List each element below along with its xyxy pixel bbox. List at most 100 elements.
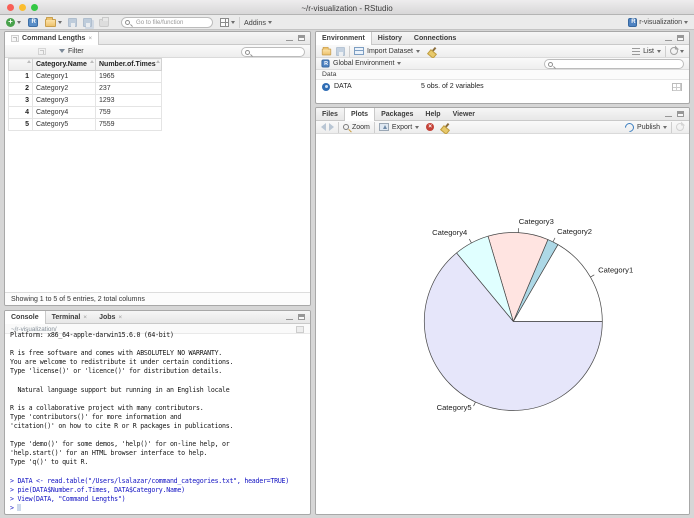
table-header: Category.Name Number.of.Times [8,58,162,71]
tab-history[interactable]: History [372,32,408,44]
chevron-down-icon [231,20,235,24]
project-menu-button[interactable]: r-visualization [628,17,688,27]
close-tab-icon[interactable]: × [88,35,92,42]
main-toolbar: + Addins r-visualization [0,15,694,30]
chevron-down-icon [267,20,272,24]
list-view-button[interactable]: List [643,48,654,55]
refresh-plot-icon[interactable] [676,123,684,131]
new-file-button[interactable]: + [6,17,21,27]
chevron-down-icon [684,20,688,24]
publish-button[interactable]: Publish [637,124,660,131]
global-env-icon [321,59,330,68]
tab-label: Jobs [99,313,116,321]
table-row[interactable]: 2 Category2 237 [8,82,162,95]
zoom-plot-button[interactable]: Zoom [352,124,370,131]
table-row[interactable]: 1 Category1 1965 [8,70,162,83]
environment-search-input[interactable] [544,59,684,69]
pie-label: Category2 [557,227,592,236]
refresh-icon[interactable] [670,47,678,55]
project-label: r-visualization [639,18,682,26]
maximize-pane-icon[interactable] [298,314,305,320]
import-dataset-button[interactable]: Import Dataset [367,48,413,55]
table-cell: 7559 [95,118,162,131]
clear-environment-icon[interactable] [428,47,437,56]
environment-scope-button[interactable]: Global Environment [333,60,394,67]
chevron-down-icon [415,49,420,53]
tab-label: Plots [350,111,369,118]
tab-files[interactable]: Files [316,108,344,120]
tab-help[interactable]: Help [419,108,446,120]
zoom-plot-icon [343,124,349,130]
tab-connections[interactable]: Connections [408,32,462,44]
object-name: DATA [334,83,352,90]
addins-label: Addins [244,17,266,27]
console-output-line: 'help.start()' for an HTML browser inter… [10,449,208,458]
publish-icon [623,120,636,134]
addins-button[interactable]: Addins [244,18,272,27]
minimize-pane-icon[interactable] [665,39,672,41]
table-row[interactable]: 3 Category3 1293 [8,94,162,107]
minimize-pane-icon[interactable] [665,115,672,117]
minimize-pane-icon[interactable] [286,318,293,320]
previous-plot-icon[interactable] [321,123,326,131]
maximize-pane-icon[interactable] [677,35,684,41]
tab-environment[interactable]: Environment [316,32,372,45]
view-table-icon[interactable] [672,83,682,91]
table-row[interactable]: 4 Category4 759 [8,106,162,119]
console-tabstrip: Console Terminal × Jobs × [5,311,310,324]
load-workspace-icon[interactable] [321,46,332,56]
console-output-line: Type 'q()' to quit R. [10,458,89,467]
console-output-line: 'citation()' on how to cite R or R packa… [10,421,234,430]
goto-file-input[interactable] [121,16,213,28]
save-all-button[interactable] [83,17,94,27]
open-in-new-window-icon[interactable] [38,47,46,55]
import-dataset-icon [354,47,364,55]
tab-terminal[interactable]: Terminal × [46,311,93,323]
chevron-down-icon [680,49,684,53]
tab-packages[interactable]: Packages [375,108,419,120]
object-summary: 5 obs. of 2 variables [421,83,484,90]
export-plot-button[interactable]: Export [392,124,412,131]
remove-plot-icon[interactable]: × [426,123,435,131]
maximize-pane-icon[interactable] [298,35,305,41]
environment-object-row[interactable]: DATA 5 obs. of 2 variables [316,80,689,93]
chevron-down-icon [415,125,420,129]
viewer-tab-icon [11,35,19,42]
table-footer-status: Showing 1 to 5 of 5 entries, 2 total col… [5,292,310,305]
new-project-button[interactable] [28,17,38,27]
tab-viewer[interactable]: Viewer [447,108,481,120]
chevron-down-icon [657,49,661,53]
console-input-line: > [10,503,308,513]
environment-search [544,59,684,69]
print-button[interactable] [99,17,109,27]
minimize-pane-icon[interactable] [286,39,293,41]
column-header[interactable] [8,58,33,71]
table-row[interactable]: 5 Category5 7559 [8,118,162,131]
tab-label: Command Lengths [22,35,86,42]
tab-plots[interactable]: Plots [343,108,376,121]
tab-jobs[interactable]: Jobs × [93,311,128,323]
filter-button[interactable]: Filter [68,48,84,55]
console-input-line: > pie(DATA$Number.of.Times, DATA$Categor… [10,485,185,494]
environment-panel: Environment History Connections Import D… [315,31,690,104]
console-output[interactable]: Platform: x86_64-apple-darwin15.6.0 (64-… [10,331,308,513]
save-workspace-icon[interactable] [336,46,345,56]
dataframe-icon [322,82,330,91]
maximize-pane-icon[interactable] [677,111,684,117]
window-title: ~/r-visualization - RStudio [301,3,393,13]
workspace-panes-button[interactable] [220,17,235,27]
environment-section-header: Data [316,70,689,80]
export-plot-icon [378,123,389,131]
save-button[interactable] [68,17,77,27]
column-header[interactable]: Number.of.Times [95,58,162,71]
tab-console[interactable]: Console [5,311,46,324]
clear-plots-icon[interactable] [441,123,450,132]
pie-label-tick [473,401,476,407]
next-plot-icon[interactable] [329,123,334,131]
column-header[interactable]: Category.Name [32,58,96,71]
dv-table-body: 1 Category1 1965 2 Category2 237 3 Category3 129… [8,70,162,131]
tab-command-lengths[interactable]: Command Lengths × [5,32,100,45]
open-file-button[interactable] [45,17,62,27]
